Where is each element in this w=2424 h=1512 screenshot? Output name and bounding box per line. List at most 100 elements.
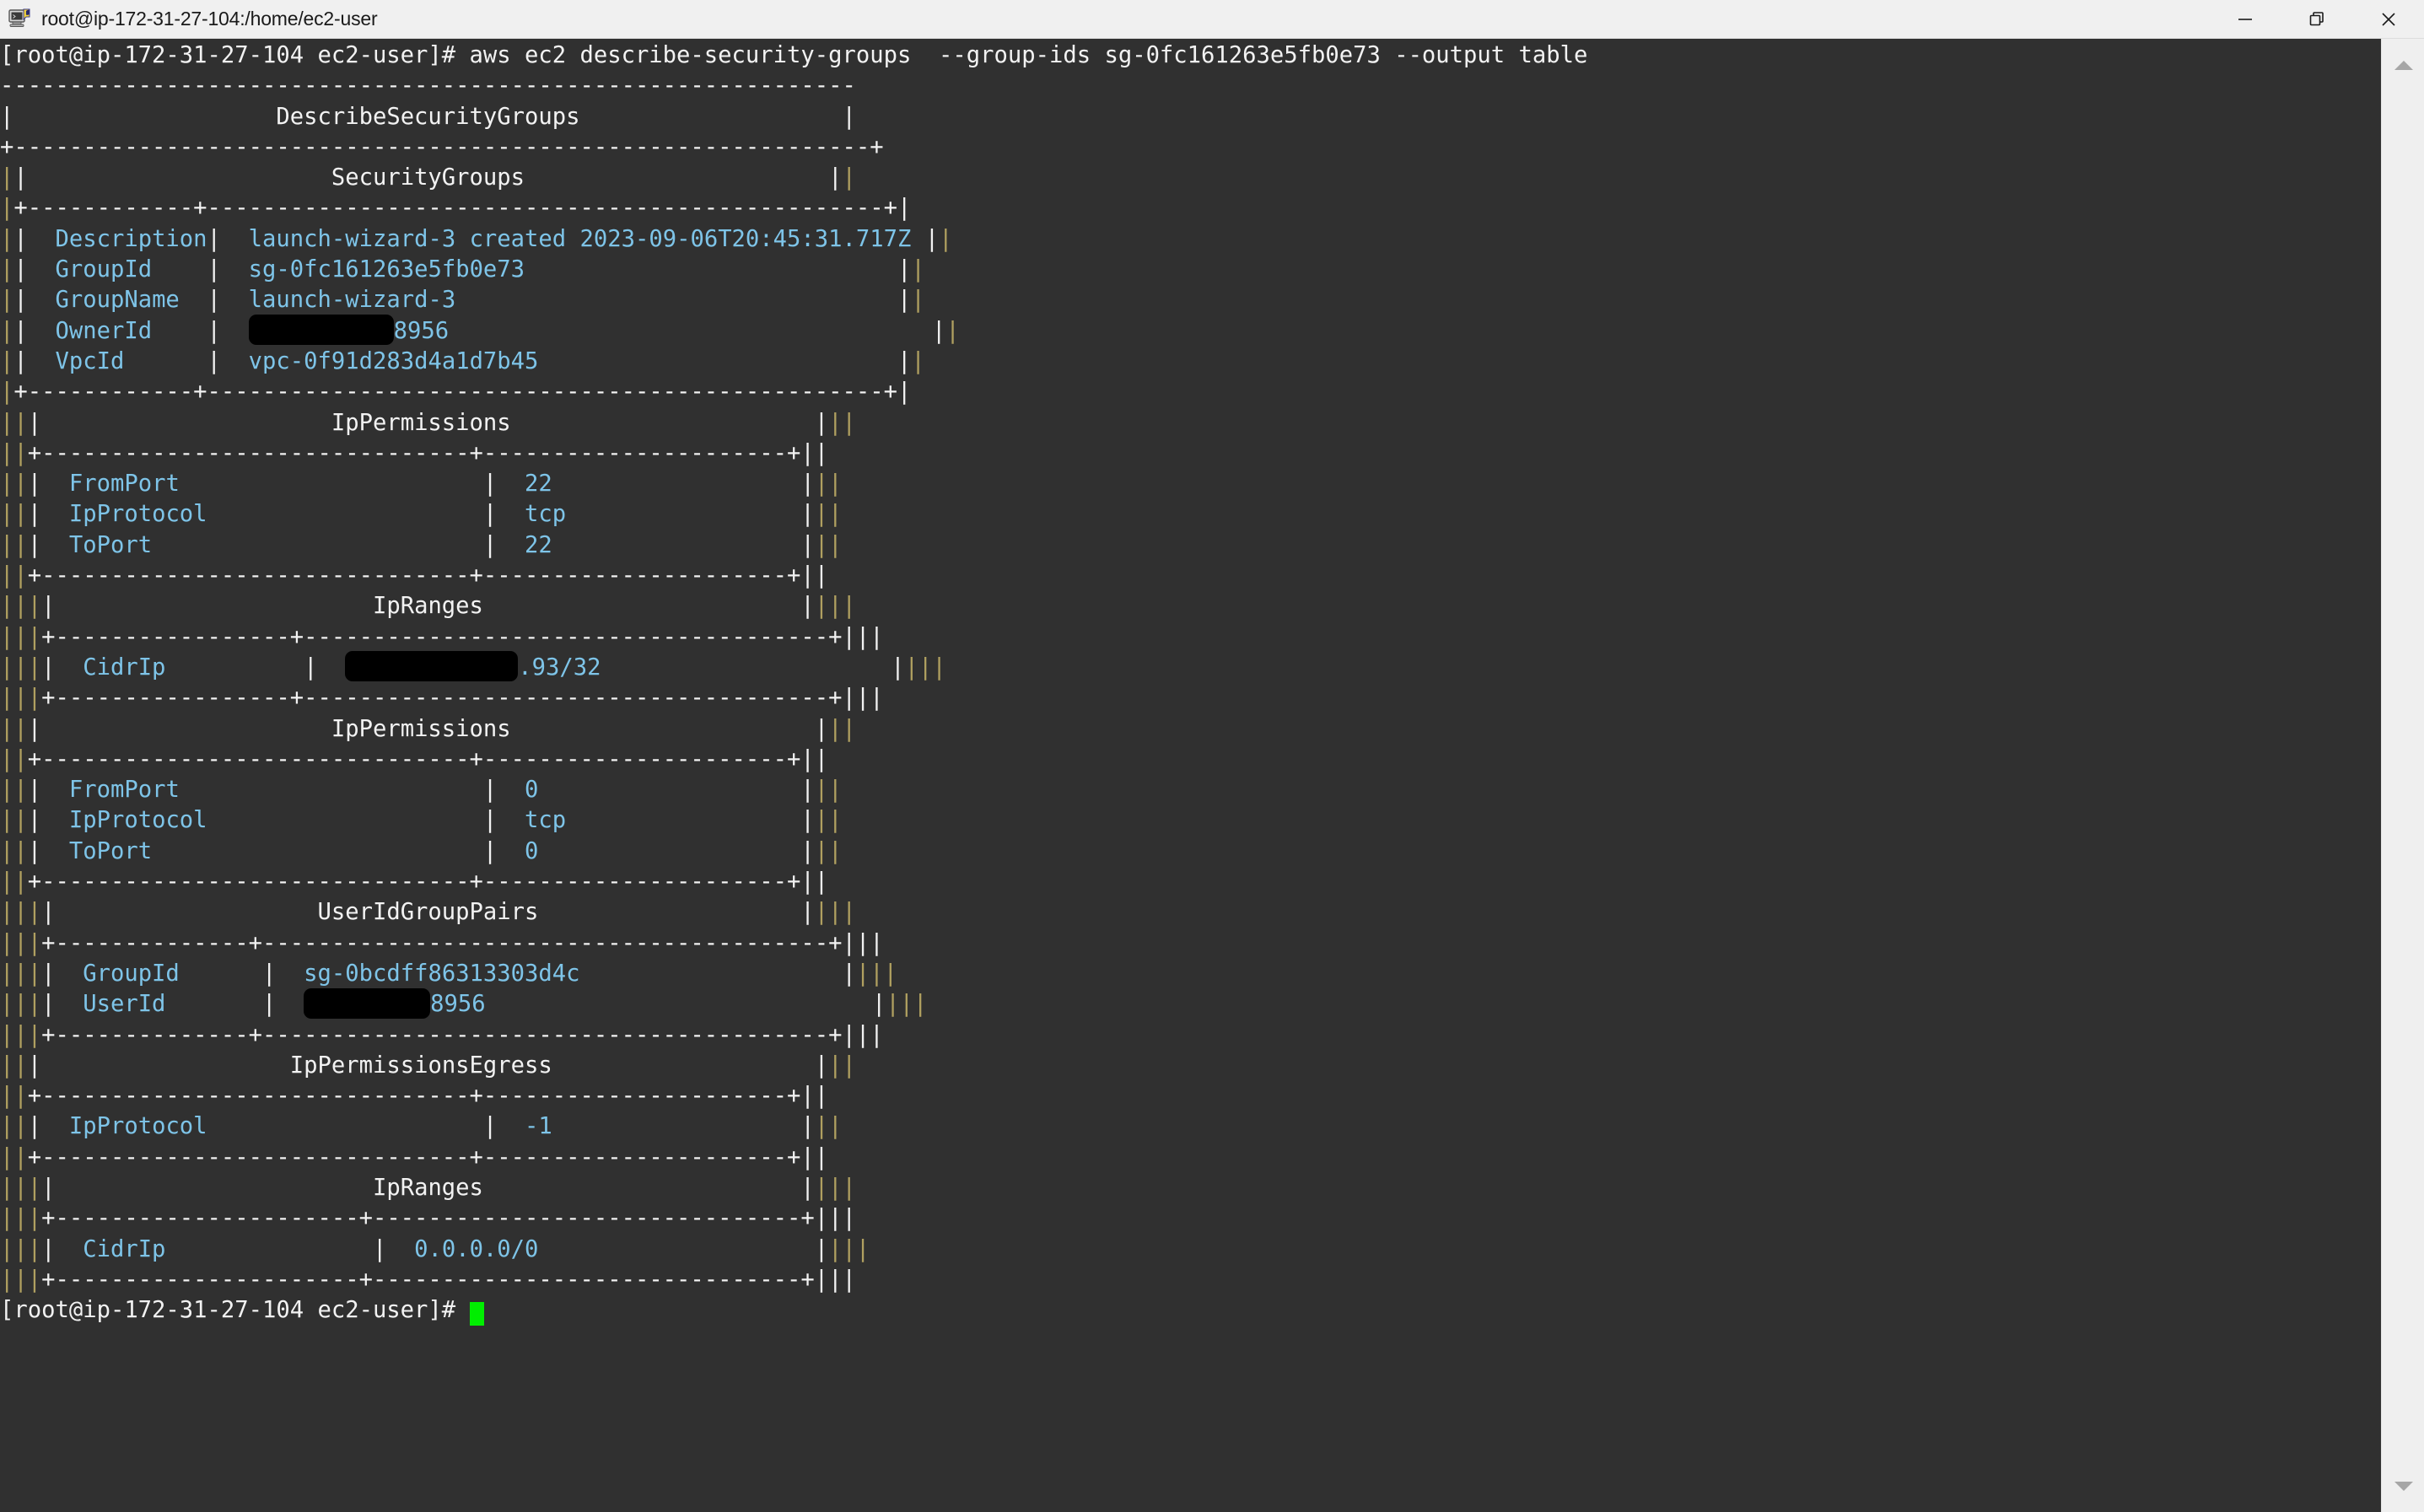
table-border-right: |	[800, 531, 815, 558]
table-border-right: ||	[828, 409, 856, 436]
window-titlebar: root@ip-172-31-27-104:/home/ec2-user	[0, 0, 2424, 39]
table-border: +-----------------+---------------------…	[41, 623, 884, 650]
scroll-up-button[interactable]	[2382, 46, 2424, 84]
table-border-left: |	[13, 256, 28, 283]
table-border: +--------------+------------------------…	[41, 929, 884, 956]
row-value: sg-0bcdff86313303d4c	[304, 960, 580, 987]
table-rule: |||+----------------------+-------------…	[0, 1265, 2381, 1295]
row-value: vpc-0f91d283d4a1d7b45	[248, 347, 539, 374]
table-border-right: |||	[814, 593, 856, 620]
vertical-scrollbar[interactable]	[2381, 39, 2424, 1512]
row-key: Description	[27, 225, 207, 252]
cell-separator: |	[207, 256, 221, 283]
row-key: IpProtocol	[41, 501, 483, 528]
window-controls	[2209, 0, 2424, 39]
table-rule: ||+-------------------------------+-----…	[0, 867, 2381, 897]
table-border: +-------------------------------+-------…	[27, 869, 829, 896]
table-border-right: |	[932, 317, 946, 344]
table-border-right: ||	[814, 501, 843, 528]
table-border-right: |	[800, 837, 815, 864]
table-border: +-------------------------------+-------…	[27, 439, 829, 466]
table-border-right: |||	[814, 899, 856, 926]
table-section-title: ||| IpPermissionsEgress |||	[0, 1051, 2381, 1081]
minimize-button[interactable]	[2209, 0, 2281, 39]
table-rule: |||+--------------+---------------------…	[0, 1020, 2381, 1051]
table-border-right: |	[897, 287, 912, 314]
close-button[interactable]	[2352, 0, 2424, 39]
row-value: 22	[525, 471, 552, 498]
table-border-left: |	[41, 654, 56, 681]
maximize-restore-button[interactable]	[2281, 0, 2352, 39]
table-rule: |+------------+-------------------------…	[0, 377, 2381, 407]
table-border-right: |||	[828, 1235, 870, 1262]
table-border-right: |||	[904, 654, 946, 681]
cell-separator: |	[372, 1235, 387, 1262]
table-border-left: |||	[0, 1235, 42, 1262]
table-border: +-------------------------------+-------…	[27, 1083, 829, 1110]
table-row: |||| GroupId | sg-0bcdff86313303d4c ||||	[0, 959, 2381, 989]
window-title: root@ip-172-31-27-104:/home/ec2-user	[41, 8, 378, 30]
table-border-right: |	[800, 1113, 815, 1140]
table-border-right: |	[842, 164, 856, 191]
table-section-title: |||| UserIdGroupPairs ||||	[0, 897, 2381, 928]
table-border-right: |	[842, 960, 856, 987]
command-text: aws ec2 describe-security-groups --group…	[455, 42, 1588, 68]
table-border-right: |	[911, 256, 925, 283]
table-row: |||| CidrIp | 0.0.0.0/0 ||||	[0, 1235, 2381, 1265]
table-row: |||| CidrIp | .93/32 ||||	[0, 651, 2381, 683]
cell-separator: |	[207, 347, 221, 374]
row-key: UserId	[55, 991, 263, 1018]
table-border-right: |	[842, 103, 856, 130]
table-border-right: |	[911, 347, 925, 374]
row-key: VpcId	[27, 347, 207, 374]
table-border-left: |||	[0, 623, 42, 650]
table-border-left: |	[41, 899, 56, 926]
table-row: || GroupId | sg-0fc161263e5fb0e73 ||	[0, 255, 2381, 285]
table-border-left: ||	[0, 531, 28, 558]
table-border-left: |||	[0, 899, 42, 926]
table-row: || OwnerId | 8956 ||	[0, 315, 2381, 347]
table-border-left: |	[0, 256, 14, 283]
cell-separator: |	[482, 777, 498, 804]
table-border-right: |	[871, 991, 886, 1018]
table-border-right: ||	[828, 1052, 856, 1079]
row-value: 0	[525, 777, 539, 804]
table-border-left: |	[13, 164, 28, 191]
table-rule: ||+-------------------------------+-----…	[0, 561, 2381, 591]
table-border-left: |	[0, 195, 14, 222]
row-key: GroupId	[55, 960, 263, 987]
table-border-right: |	[814, 409, 829, 436]
row-value: tcp	[525, 501, 567, 528]
table-border-left: ||	[0, 1113, 28, 1140]
cell-separator: |	[482, 837, 498, 864]
table-border-left: ||	[0, 562, 28, 589]
table-border-left: ||	[0, 715, 28, 742]
table-border-right: ||	[828, 715, 856, 742]
shell-prompt: [root@ip-172-31-27-104 ec2-user]#	[0, 42, 456, 68]
scroll-down-button[interactable]	[2382, 1466, 2424, 1505]
table-rule: |+------------+-------------------------…	[0, 193, 2381, 223]
table-border-left: |	[41, 593, 56, 620]
table-border-left: |	[27, 501, 42, 528]
terminal-prompt-line: [root@ip-172-31-27-104 ec2-user]#	[0, 1295, 2381, 1326]
row-value: 0.0.0.0/0	[414, 1235, 539, 1262]
cell-separator: |	[262, 991, 277, 1018]
terminal-output-area[interactable]: [root@ip-172-31-27-104 ec2-user]# aws ec…	[0, 39, 2381, 1512]
table-row: ||| ToPort | 22 |||	[0, 530, 2381, 561]
